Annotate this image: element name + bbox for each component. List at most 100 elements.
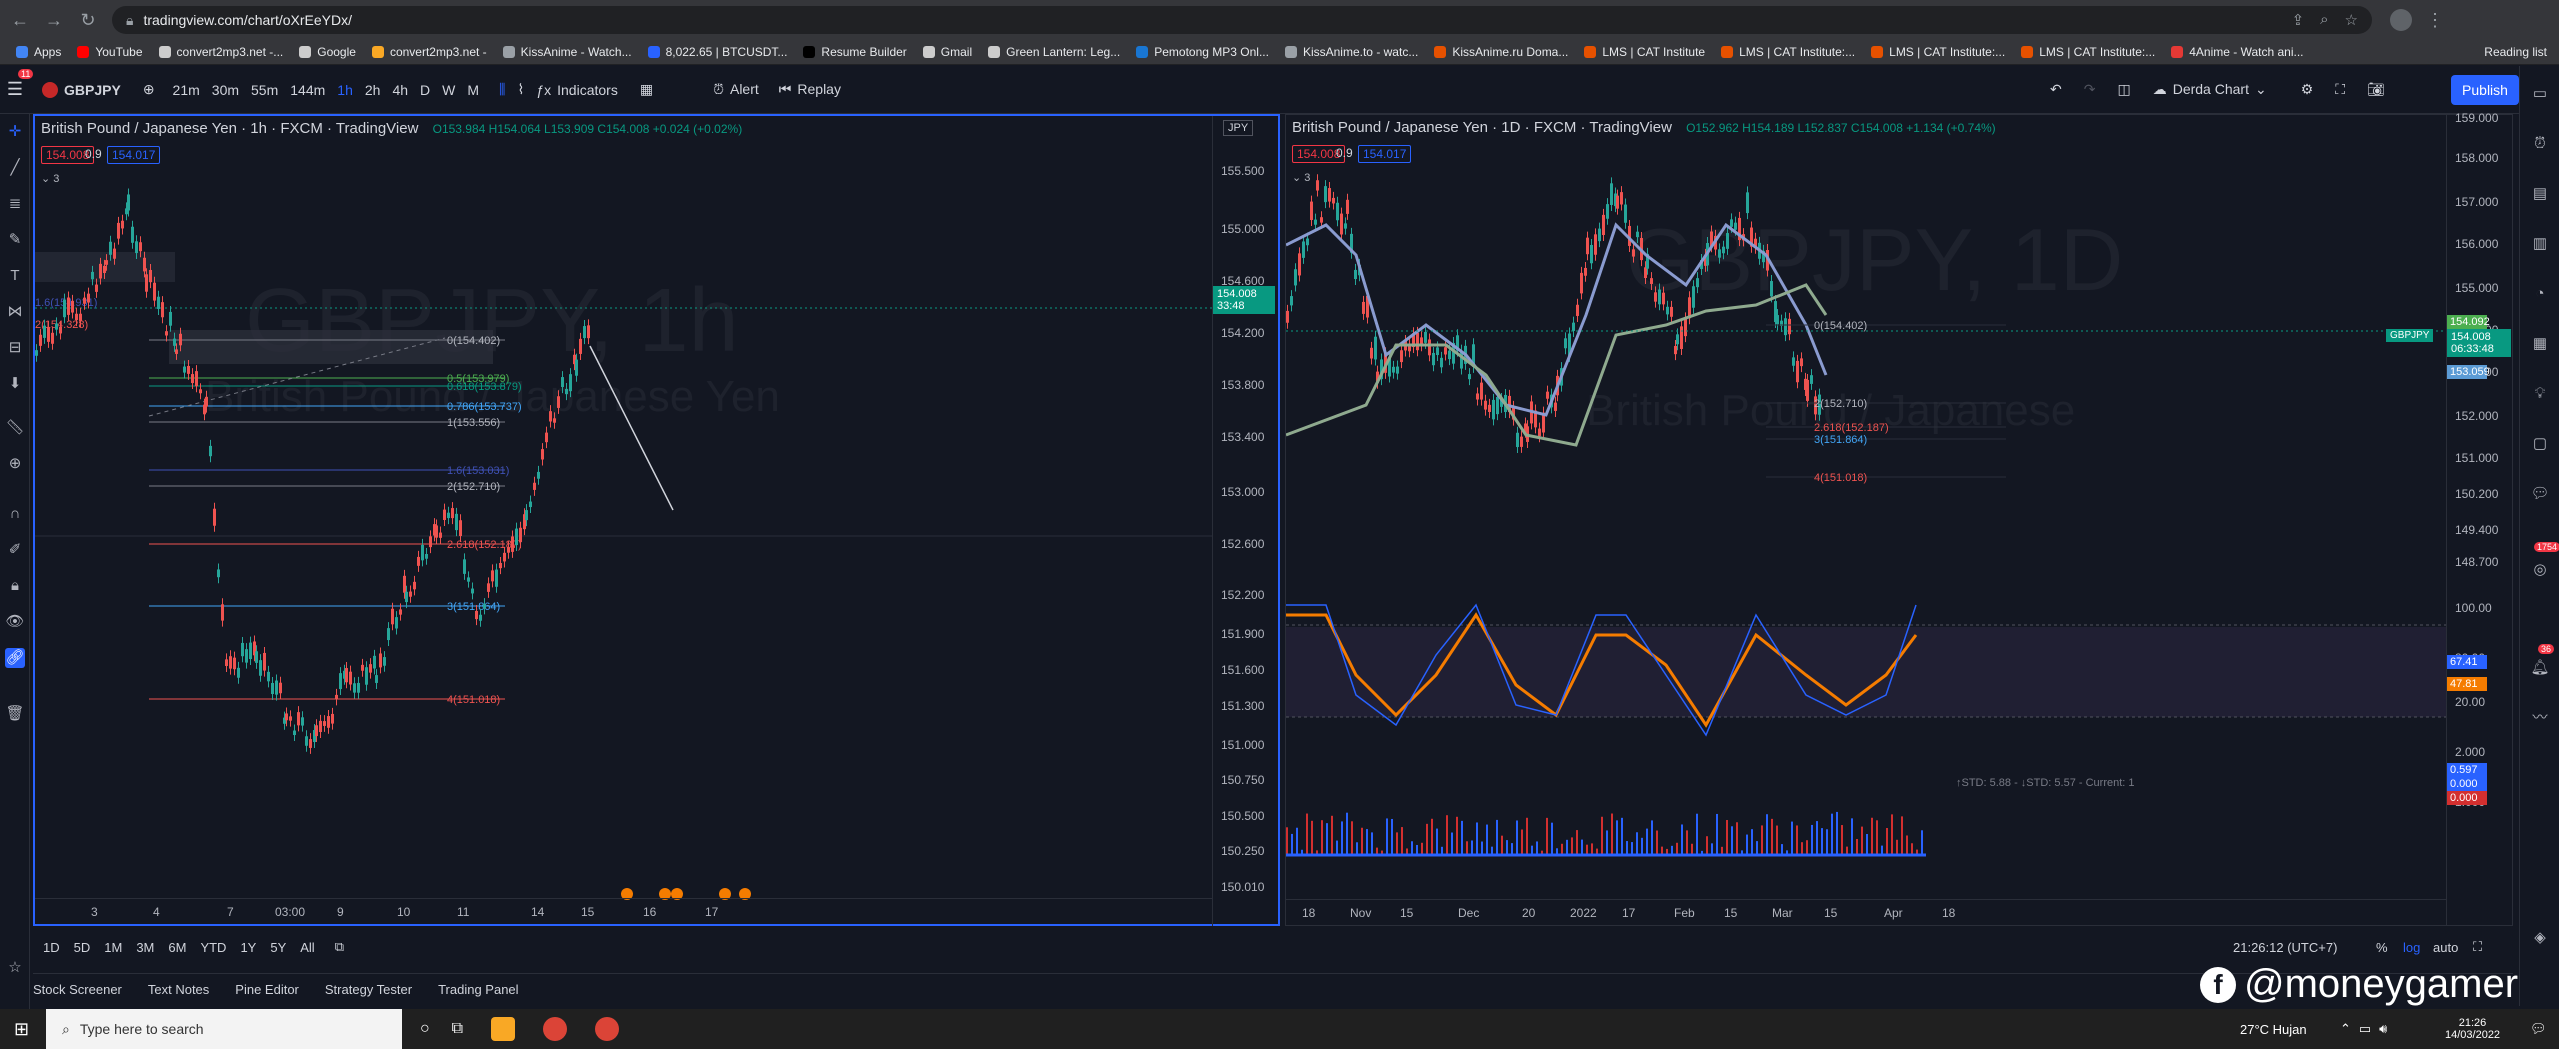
interval-30m[interactable]: 30m	[212, 82, 239, 98]
symbol-search[interactable]: GBPJPY	[42, 81, 121, 98]
range-3M[interactable]: 3M	[136, 940, 154, 955]
percent-toggle[interactable]: %	[2376, 940, 2388, 955]
alerts-clock-icon[interactable]: ⏰︎	[2530, 134, 2550, 154]
magnet-icon[interactable]: ∩	[5, 504, 25, 524]
indicators-button[interactable]: ƒx Indicators	[536, 82, 618, 98]
bookmark-item[interactable]: KissAnime.ru Doma...	[1434, 45, 1568, 59]
pulse-icon[interactable]: 〰	[2530, 708, 2550, 728]
pattern-icon[interactable]: ⋈	[5, 302, 25, 322]
fullscreen-icon[interactable]: ⛶	[2335, 81, 2345, 98]
bookmark-item[interactable]: LMS | CAT Institute:...	[1871, 45, 2005, 59]
indicators-collapse[interactable]: ⌄ 3	[1292, 171, 1310, 184]
trash-icon[interactable]: 🗑︎	[5, 704, 25, 724]
tray-icons[interactable]: ⌃▭🔊︎	[2340, 1021, 2395, 1037]
settings-gear-icon[interactable]: ⚙︎	[2301, 81, 2314, 98]
text-tool-icon[interactable]: T	[5, 266, 25, 286]
notification-center-icon[interactable]: 💬︎	[2530, 1021, 2547, 1037]
data-window-icon[interactable]: ▤	[2530, 184, 2550, 204]
bookmark-item[interactable]: Pemotong MP3 Onl...	[1136, 45, 1269, 59]
watchlist-icon[interactable]: ▭	[2530, 84, 2550, 104]
clock[interactable]: 21:26:12 (UTC+7)	[2233, 940, 2337, 955]
weather[interactable]: 27°C Hujan	[2240, 1022, 2307, 1037]
range-1Y[interactable]: 1Y	[240, 940, 256, 955]
chart-canvas-1d[interactable]: GBPJPY, 1DBritish Pound / Japanese0(154.…	[1286, 115, 2512, 925]
range-6M[interactable]: 6M	[168, 940, 186, 955]
bottom-tab[interactable]: Trading Panel	[438, 982, 518, 997]
profile-avatar[interactable]	[2390, 9, 2412, 31]
interval-W[interactable]: W	[442, 82, 455, 98]
layers-icon[interactable]: ◈	[2530, 928, 2550, 948]
forward-icon[interactable]: →	[40, 6, 68, 34]
redo-icon[interactable]: ↷	[2084, 81, 2096, 98]
goto-date-icon[interactable]: ⧉	[335, 939, 344, 955]
notifications-icon[interactable]: ◎	[2530, 560, 2550, 580]
interval-4h[interactable]: 4h	[392, 82, 408, 98]
hide-drawings-icon[interactable]: 👁︎	[5, 612, 25, 632]
bookmark-item[interactable]: Gmail	[922, 45, 972, 59]
address-bar[interactable]: 🔒︎ tradingview.com/chart/oXrEeYDx/ ⇪ ⌕ ☆	[112, 6, 2372, 34]
interval-2h[interactable]: 2h	[365, 82, 381, 98]
interval-21m[interactable]: 21m	[173, 82, 200, 98]
add-symbol-icon[interactable]: ⊕	[143, 81, 155, 98]
supply-zone-2[interactable]	[169, 330, 493, 364]
sync-drawings-icon[interactable]: 🔗︎	[5, 648, 25, 668]
undo-icon[interactable]: ↶	[2050, 81, 2062, 98]
bookmark-item[interactable]: Resume Builder	[803, 45, 907, 59]
replay-button[interactable]: ⏮ Replay	[779, 81, 841, 98]
bookmark-item[interactable]: LMS | CAT Institute:...	[1721, 45, 1855, 59]
bookmark-star-icon[interactable]: ☆	[2345, 11, 2358, 29]
crosshair-icon[interactable]: ✛	[5, 122, 25, 142]
bookmark-item[interactable]: KissAnime - Watch...	[502, 45, 632, 59]
task-view-icon[interactable]: ⧉	[452, 1020, 463, 1038]
hamburger-menu-icon[interactable]: ☰ 11	[0, 69, 34, 100]
reload-icon[interactable]: ↻	[74, 6, 102, 34]
interval-D[interactable]: D	[420, 82, 430, 98]
range-5Y[interactable]: 5Y	[270, 940, 286, 955]
hotlists-icon[interactable]: ◔	[2530, 284, 2550, 304]
log-toggle[interactable]: log	[2403, 940, 2420, 955]
chrome-icon[interactable]	[543, 1017, 568, 1041]
range-1M[interactable]: 1M	[104, 940, 122, 955]
trend-line-icon[interactable]: ╱	[5, 158, 25, 178]
compare-icon[interactable]: ⌇	[517, 81, 524, 98]
range-5D[interactable]: 5D	[74, 940, 91, 955]
bookmark-item[interactable]: 4Anime - Watch ani...	[2171, 45, 2304, 59]
snapshot-icon[interactable]: 📷︎	[2367, 81, 2385, 98]
taskbar-search[interactable]: ⌕ Type here to search	[46, 1009, 402, 1049]
lock-drawings-icon[interactable]: 🔒︎	[5, 576, 25, 596]
bookmark-item[interactable]: LMS | CAT Institute	[1584, 45, 1705, 59]
reading-list-button[interactable]: Reading list	[2484, 45, 2547, 59]
chart-canvas-1h[interactable]: GBPJPY, 1hBritish Pound / Japanese Yen0(…	[35, 116, 1278, 924]
interval-M[interactable]: M	[467, 82, 479, 98]
maximize-icon[interactable]: ⛶	[2473, 939, 2482, 955]
calendar-icon[interactable]: ▦	[2530, 334, 2550, 354]
menu-icon[interactable]: ⋮	[2426, 10, 2444, 31]
price-axis[interactable]: 155.500 155.000 154.600 154.200 153.800 153.4…	[1212, 116, 1278, 926]
fib-retracement-icon[interactable]: ≣	[5, 194, 25, 214]
streams-icon[interactable]: ▢	[2530, 434, 2550, 454]
zoom-icon[interactable]: ⌕	[2320, 11, 2328, 29]
arrow-down-icon[interactable]: ⬇	[5, 374, 25, 394]
brush-icon[interactable]: ✎	[5, 230, 25, 250]
news-icon[interactable]: ▥	[2530, 234, 2550, 254]
windows-start-icon[interactable]: ⊞	[14, 1019, 29, 1040]
system-clock[interactable]: 21:26 14/03/2022	[2445, 1017, 2500, 1041]
favorites-star-icon[interactable]: ☆	[5, 958, 25, 978]
file-explorer-icon[interactable]	[491, 1017, 516, 1041]
chart-pane-1d[interactable]: GBPJPY, 1D British Pound / Japanese 0(154.…	[1285, 111, 2513, 926]
prediction-icon[interactable]: ⊟	[5, 338, 25, 358]
back-icon[interactable]: ←	[6, 6, 34, 34]
bottom-tab[interactable]: Text Notes	[148, 982, 209, 997]
interval-144m[interactable]: 144m	[290, 82, 325, 98]
bookmark-item[interactable]: Google	[299, 45, 356, 59]
bookmark-item[interactable]: Green Lantern: Leg...	[988, 45, 1120, 59]
share-icon[interactable]: ⇪	[2292, 11, 2305, 29]
range-All[interactable]: All	[300, 940, 314, 955]
alert-button[interactable]: ⏰︎ Alert	[713, 81, 759, 98]
ruler-icon[interactable]: 📏︎	[5, 418, 25, 438]
interval-55m[interactable]: 55m	[251, 82, 278, 98]
bookmark-item[interactable]: YouTube	[77, 45, 143, 59]
auto-toggle[interactable]: auto	[2433, 940, 2458, 955]
buy-price-box[interactable]: 154.017	[107, 146, 161, 164]
bookmark-item[interactable]: convert2mp3.net -	[371, 45, 487, 59]
